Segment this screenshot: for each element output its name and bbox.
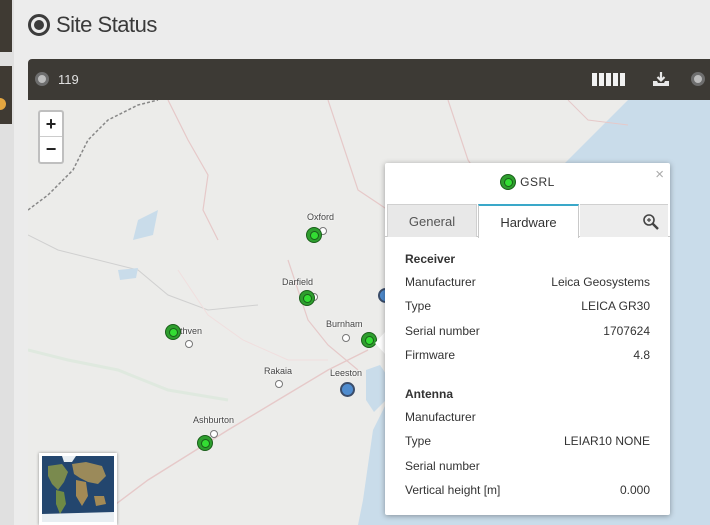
field-label: Serial number: [405, 323, 480, 338]
place-label: Leeston: [330, 368, 363, 378]
zoom-in-button[interactable]: +: [40, 112, 62, 137]
left-panel-tab[interactable]: [0, 0, 12, 52]
place-label: Oxford: [307, 212, 335, 222]
field-label: Vertical height [m]: [405, 483, 501, 498]
settings-icon[interactable]: [691, 72, 705, 86]
antenna-serial-row: Serial number: [405, 454, 650, 478]
left-panel-tab[interactable]: [0, 66, 12, 124]
field-label: Manufacturer: [405, 410, 476, 424]
site-name: GSRL: [520, 175, 555, 189]
place-label: Burnham: [326, 319, 363, 329]
site-marker-inactive[interactable]: [275, 380, 283, 388]
tab-general[interactable]: General: [387, 204, 477, 237]
field-label: Type: [405, 299, 432, 314]
site-status-icon: [28, 14, 50, 36]
antenna-type-row: Type LEIAR10 NONE: [405, 429, 650, 453]
map-toolbar: 119: [28, 59, 710, 100]
field-value: 0.000: [619, 483, 650, 498]
download-icon[interactable]: [652, 70, 670, 88]
basemap-switcher[interactable]: [39, 453, 117, 525]
site-popup: × GSRL General Hardware Receiver Manufac…: [385, 163, 670, 515]
place-label: Rakaia: [264, 366, 293, 376]
receiver-section: Receiver Manufacturer Leica Geosystems T…: [405, 248, 650, 368]
field-value: 4.8: [633, 348, 650, 363]
site-marker-active[interactable]: [197, 435, 213, 451]
tab-hardware[interactable]: Hardware: [478, 204, 579, 238]
receiver-heading: Receiver: [405, 252, 456, 266]
tab-tools[interactable]: [580, 204, 668, 237]
field-label: Firmware: [405, 348, 455, 363]
field-value: LEIAR10 NONE: [563, 434, 650, 449]
page-title: Site Status: [56, 12, 157, 37]
site-marker-inactive[interactable]: [210, 430, 218, 438]
site-marker-inactive[interactable]: [185, 340, 193, 348]
antenna-section: Antenna Manufacturer Type LEIAR10 NONE S…: [405, 383, 650, 503]
field-label: Manufacturer: [405, 275, 476, 289]
antenna-manufacturer-row: Manufacturer: [405, 405, 650, 429]
site-count: 119: [58, 72, 79, 87]
field-value: 1707624: [603, 323, 650, 338]
field-value: Leica Geosystems: [551, 275, 650, 289]
site-marker-active[interactable]: [165, 324, 181, 340]
site-marker-active: [500, 174, 517, 190]
column-toggle-icon[interactable]: [592, 73, 625, 86]
field-label: Type: [405, 434, 432, 449]
site-marker-other[interactable]: [340, 382, 355, 397]
magnifier-icon[interactable]: [642, 213, 660, 231]
site-marker-active[interactable]: [306, 227, 322, 243]
left-panel-edge: [0, 0, 14, 525]
popup-tabs: General Hardware: [385, 204, 670, 238]
site-marker-active[interactable]: [299, 290, 315, 306]
site-marker-inactive[interactable]: [342, 334, 350, 342]
zoom-control: + −: [38, 110, 64, 164]
field-value: LEICA GR30: [581, 299, 650, 314]
receiver-type-row: Type LEICA GR30: [405, 294, 650, 318]
place-label: Darfield: [282, 277, 314, 287]
place-label: Ashburton: [193, 415, 235, 425]
antenna-heading: Antenna: [405, 387, 453, 401]
receiver-manufacturer-row: Manufacturer Leica Geosystems: [405, 270, 650, 294]
antenna-height-row: Vertical height [m] 0.000: [405, 478, 650, 502]
popup-header: GSRL: [385, 174, 670, 190]
field-label: Serial number: [405, 458, 480, 473]
receiver-firmware-row: Firmware 4.8: [405, 343, 650, 367]
page-header: Site Status: [28, 8, 157, 42]
zoom-out-button[interactable]: −: [40, 137, 62, 162]
site-count-icon: [35, 72, 49, 86]
receiver-serial-row: Serial number 1707624: [405, 319, 650, 343]
